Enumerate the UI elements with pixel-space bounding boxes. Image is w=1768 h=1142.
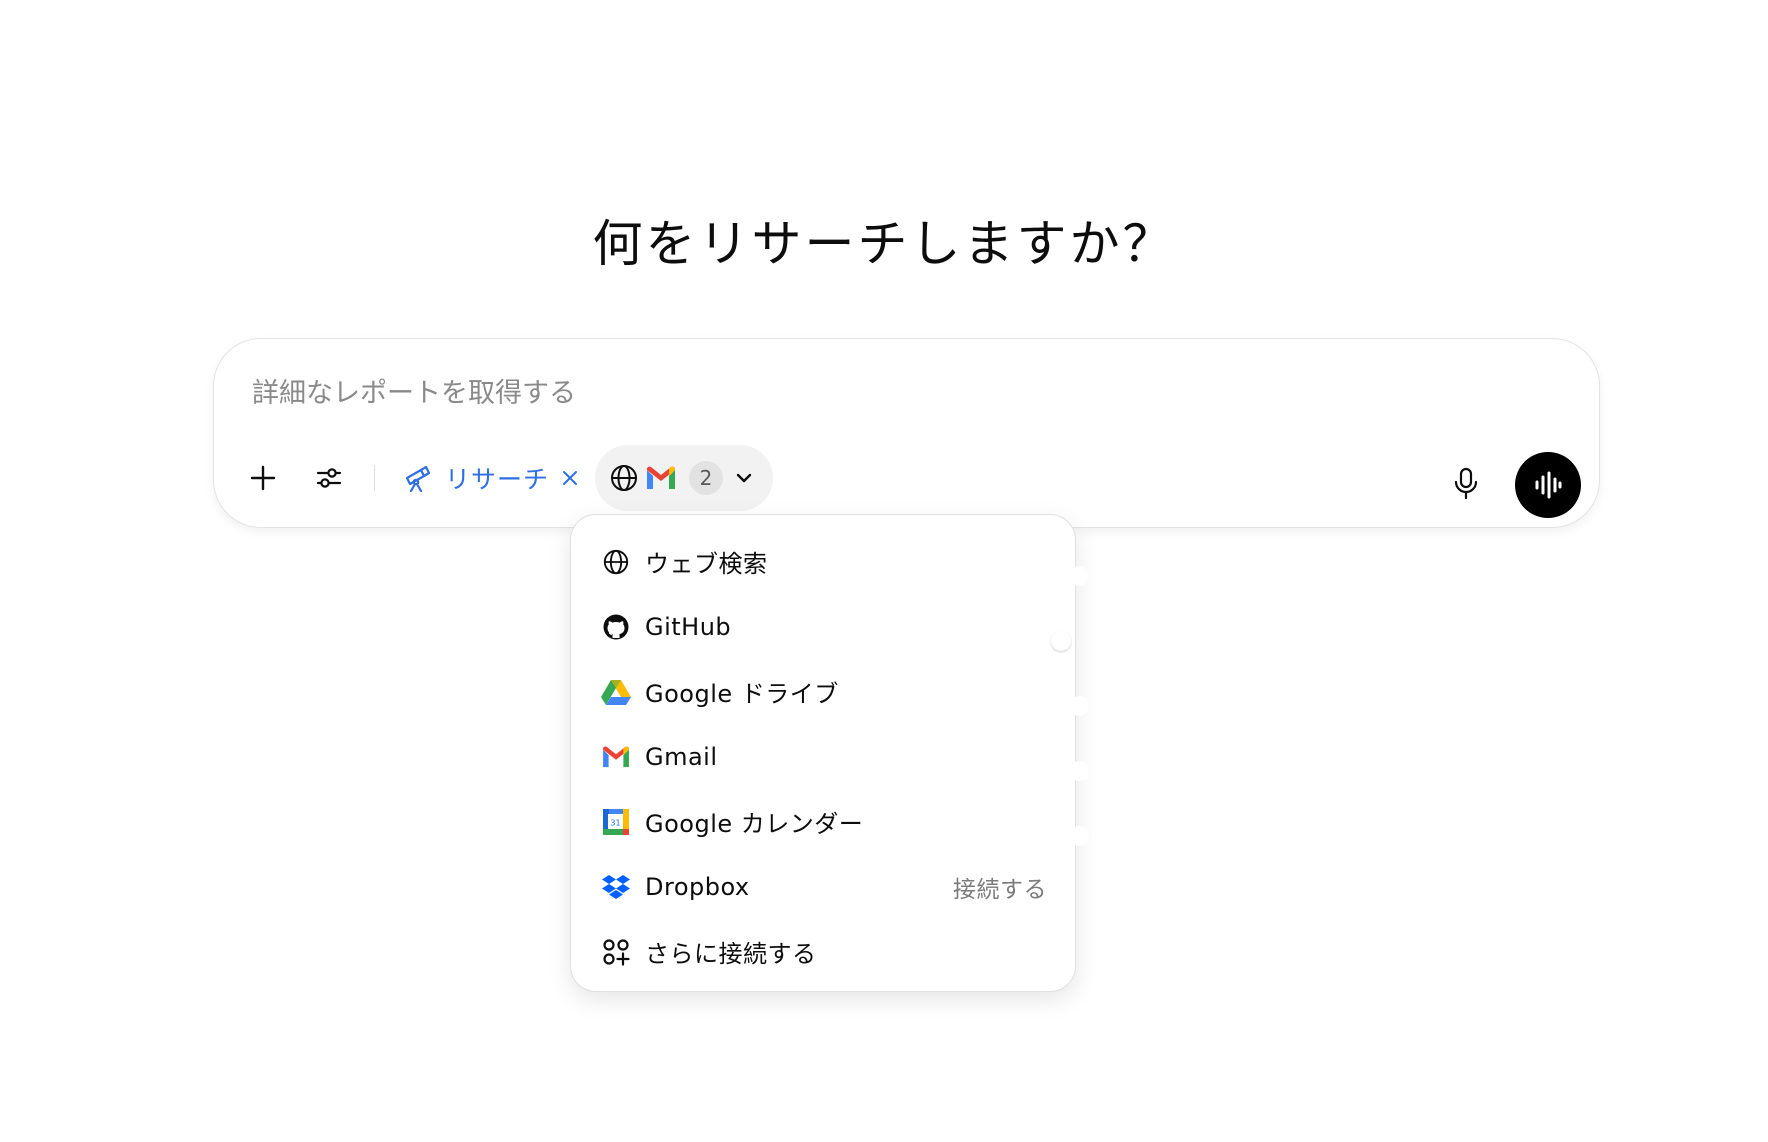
research-chip-label: リサーチ bbox=[445, 465, 550, 494]
sources-menu-item-google-calendar[interactable]: 31 Google カレンダー bbox=[571, 789, 1089, 854]
add-button[interactable] bbox=[236, 451, 290, 505]
page-title: 何をリサーチしますか？ bbox=[592, 215, 1176, 273]
voice-mode-button[interactable] bbox=[1515, 452, 1581, 518]
waveform-icon bbox=[1535, 471, 1562, 499]
menu-item-label: Dropbox bbox=[645, 872, 750, 901]
toggle-knob bbox=[1069, 760, 1089, 781]
dropbox-connect-link[interactable]: 接続する bbox=[953, 870, 1047, 904]
research-chip-remove[interactable] bbox=[561, 469, 579, 487]
menu-item-label: Google カレンダー bbox=[645, 810, 864, 838]
sources-menu-item-dropbox[interactable]: Dropbox 接続する bbox=[571, 854, 1075, 919]
google-drive-icon bbox=[601, 677, 631, 707]
google-calendar-icon: 31 bbox=[601, 807, 631, 837]
sources-menu-item-web-search[interactable]: ウェブ検索 bbox=[571, 529, 1089, 594]
menu-item-label: GitHub bbox=[645, 612, 732, 641]
prompt-composer: リサーチ bbox=[213, 338, 1600, 528]
dropbox-icon bbox=[601, 872, 631, 902]
plus-icon bbox=[250, 465, 276, 491]
sliders-icon bbox=[316, 468, 342, 488]
menu-item-label: ウェブ検索 bbox=[645, 550, 768, 578]
sources-menu-item-connect-more[interactable]: さらに接続する bbox=[571, 919, 1075, 984]
globe-icon bbox=[609, 463, 639, 493]
toolbar-divider bbox=[374, 465, 375, 491]
page: 何をリサーチしますか？ 詳細なレポートを取得する リサーチ 2 ウェブ検索 Gi… bbox=[0, 0, 1768, 1142]
globe-icon bbox=[601, 547, 631, 577]
apps-add-icon bbox=[601, 937, 631, 967]
sources-menu-item-google-drive[interactable]: Google ドライブ bbox=[571, 659, 1089, 724]
menu-item-label: さらに接続する bbox=[645, 940, 817, 968]
gmail-icon bbox=[601, 742, 631, 772]
sources-menu-item-github[interactable]: GitHub bbox=[571, 594, 1075, 659]
tools-button[interactable] bbox=[302, 451, 356, 505]
toggle-knob bbox=[1051, 630, 1071, 651]
toggle-knob bbox=[1069, 825, 1089, 846]
menu-item-label: Gmail bbox=[645, 742, 718, 771]
prompt-input[interactable] bbox=[252, 369, 1452, 417]
close-icon bbox=[563, 471, 578, 485]
sources-dropdown-toggle[interactable]: 2 bbox=[595, 445, 774, 511]
github-icon bbox=[601, 612, 631, 642]
enabled-sources-count: 2 bbox=[689, 461, 724, 495]
toggle-knob bbox=[1069, 695, 1089, 716]
gmail-icon bbox=[645, 465, 677, 491]
calendar-day-number: 31 bbox=[610, 818, 620, 827]
sources-menu: ウェブ検索 GitHub Google ドライブ Gmail 31 Google… bbox=[570, 514, 1089, 992]
composer-toolbar: リサーチ 2 bbox=[236, 445, 774, 511]
toggle-knob bbox=[1069, 565, 1089, 586]
research-mode-chip[interactable]: リサーチ bbox=[393, 451, 589, 505]
sources-menu-item-gmail[interactable]: Gmail bbox=[571, 724, 1089, 789]
telescope-icon bbox=[405, 465, 431, 493]
microphone-icon bbox=[1454, 467, 1478, 500]
dictate-button[interactable] bbox=[1439, 457, 1493, 511]
menu-item-label: Google ドライブ bbox=[645, 680, 839, 708]
chevron-down-icon bbox=[736, 473, 752, 483]
